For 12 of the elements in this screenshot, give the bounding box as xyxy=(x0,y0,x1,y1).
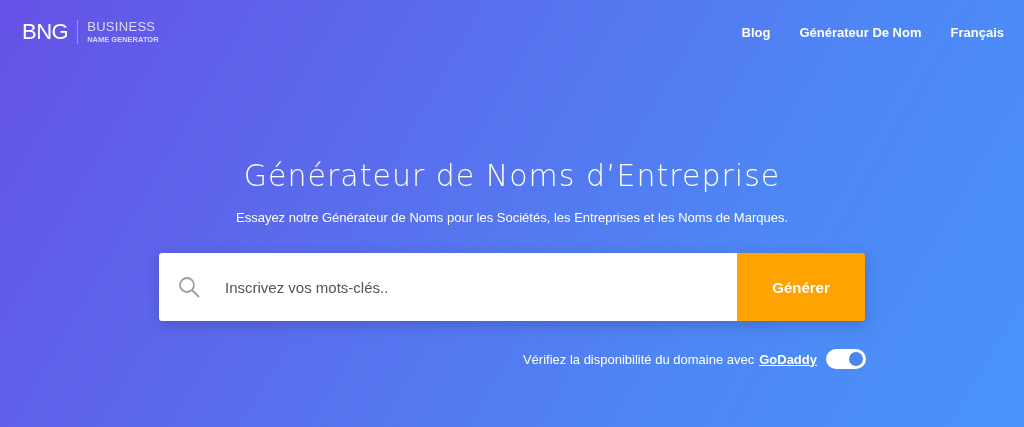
logo-title: BUSINESS xyxy=(87,20,157,34)
nav-link[interactable]: Blog xyxy=(741,24,771,40)
domain-toggle[interactable] xyxy=(826,349,866,369)
hero-subtitle: Essayez notre Générateur de Noms pour les Sociétés, les Entreprises et les Noms de Marques. xyxy=(236,210,788,226)
godaddy-link[interactable]: GoDaddy xyxy=(759,351,817,367)
logo-mark[interactable]: BNG xyxy=(22,21,69,43)
generate-button[interactable]: Générer xyxy=(737,253,865,321)
search-field[interactable]: Inscrivez vos mots-clés.. xyxy=(159,253,737,321)
domain-check-label: Vérifiez la disponibilité du domaine avec xyxy=(522,351,755,367)
nav-link[interactable]: Français xyxy=(950,24,1004,40)
hero-title: Générateur de Noms d’Entreprise xyxy=(243,158,781,194)
nav-link[interactable]: Générateur De Nom xyxy=(799,24,922,40)
